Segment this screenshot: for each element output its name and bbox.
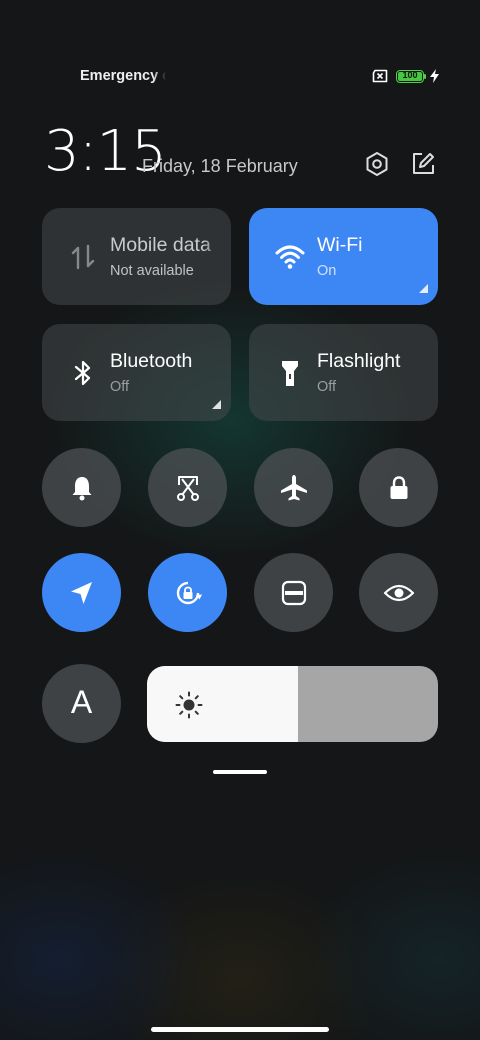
- tile-flashlight[interactable]: Flashlight Off: [249, 324, 438, 421]
- expand-corner-icon[interactable]: [212, 400, 221, 409]
- tile-flashlight-status: Off: [317, 379, 337, 395]
- battery-nub: [424, 74, 426, 79]
- tile-mobile-data-status: Not available: [110, 263, 194, 279]
- tile-bluetooth[interactable]: Bluetooth Off: [42, 324, 231, 421]
- toggle-silent[interactable]: [42, 448, 121, 527]
- tile-mobile-data[interactable]: Mobile data Not available: [42, 208, 231, 305]
- edit-icon[interactable]: [409, 150, 437, 178]
- toggle-lock-screen[interactable]: [359, 448, 438, 527]
- carrier-label: Emergency c: [80, 68, 166, 84]
- expand-corner-icon[interactable]: [419, 284, 428, 293]
- bluetooth-icon: [74, 360, 91, 386]
- battery-icon: 100: [396, 70, 424, 83]
- airplane-icon: [280, 474, 307, 500]
- screenshot-icon: [176, 475, 199, 501]
- battery-level: 100: [402, 70, 418, 80]
- no-sim-icon: [372, 69, 388, 83]
- flashlight-icon: [282, 361, 298, 386]
- tile-wifi-status: On: [317, 263, 337, 279]
- tile-wifi-title: Wi-Fi: [317, 234, 363, 256]
- reading-mode-icon: [281, 580, 306, 605]
- lock-icon: [390, 475, 407, 499]
- mobile-data-icon: [71, 244, 95, 270]
- brightness-slider[interactable]: [147, 666, 438, 742]
- status-bar: Emergency c 100: [0, 66, 480, 88]
- toggle-reading-mode[interactable]: [254, 553, 333, 632]
- sun-icon: [175, 691, 203, 719]
- tile-bluetooth-status: Off: [110, 379, 130, 395]
- brightness-level-fill: [147, 666, 299, 742]
- auto-brightness-button[interactable]: A: [42, 664, 121, 743]
- panel-pull-handle[interactable]: [213, 770, 267, 774]
- tile-bluetooth-title: Bluetooth: [110, 350, 193, 372]
- auto-brightness-label: A: [70, 684, 93, 720]
- bell-icon: [72, 476, 91, 500]
- toggle-screenshot[interactable]: [148, 448, 227, 527]
- settings-icon[interactable]: [363, 150, 391, 178]
- toggle-eye-protection[interactable]: [359, 553, 438, 632]
- eye-icon: [383, 584, 414, 601]
- home-indicator[interactable]: [151, 1027, 329, 1032]
- tile-mobile-data-title: Mobile data: [110, 234, 211, 256]
- date-label[interactable]: Friday, 18 February: [142, 156, 298, 177]
- tile-wifi[interactable]: Wi-Fi On: [249, 208, 438, 305]
- location-icon: [70, 581, 92, 604]
- wifi-icon: [275, 245, 305, 269]
- charging-bolt-icon: [430, 69, 439, 83]
- tile-flashlight-title: Flashlight: [317, 350, 401, 372]
- toggle-rotation-lock[interactable]: [148, 553, 227, 632]
- toggle-airplane[interactable]: [254, 448, 333, 527]
- toggle-location[interactable]: [42, 553, 121, 632]
- rotation-lock-icon: [176, 581, 202, 604]
